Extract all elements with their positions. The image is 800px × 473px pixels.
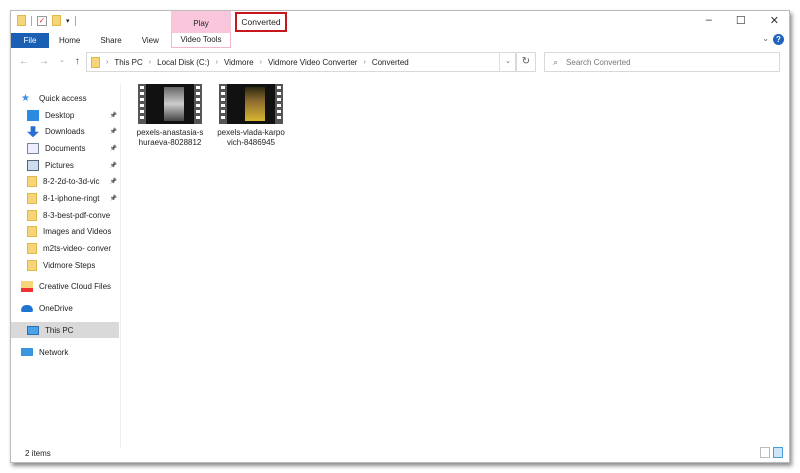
documents-icon [27,142,39,154]
tab-view[interactable]: View [132,33,169,48]
sidebar-onedrive[interactable]: OneDrive [21,300,113,316]
star-icon: ★ [21,92,30,104]
tab-video-tools[interactable]: Video Tools [171,33,231,48]
creative-cloud-icon [21,280,33,292]
folder-icon [27,226,37,238]
tab-file[interactable]: File [11,33,49,48]
sidebar-item[interactable]: Documents 📌 [27,140,119,156]
file-item[interactable]: pexels-vlada-karpovich-8486945 [217,84,285,148]
pin-icon[interactable]: 📌 [110,178,117,185]
computer-icon [27,325,39,335]
tab-share[interactable]: Share [90,33,131,48]
pictures-icon [27,159,39,171]
expand-ribbon-icon[interactable]: ⌄ [762,34,769,43]
maximize-button[interactable]: ☐ [736,14,746,27]
quick-access-toolbar: ✓ ▾ [17,15,76,26]
file-item[interactable]: pexels-anastasia-shuraeva-8028812 [136,84,204,148]
status-item-count: 2 items [25,449,51,458]
address-bar[interactable]: › This PC › Local Disk (C:) › Vidmore › … [86,52,516,72]
window-title: Converted [235,12,287,32]
video-thumbnail [138,84,202,124]
sidebar-creative-cloud[interactable]: Creative Cloud Files [21,278,113,294]
search-input[interactable]: ⌕ Search Converted [544,52,780,72]
details-view-button[interactable] [760,447,770,458]
folder-icon [27,209,37,221]
pin-icon[interactable]: 📌 [110,128,117,135]
downloads-icon [27,126,39,138]
sidebar-item[interactable]: Images and Videos [27,224,119,240]
pin-icon[interactable]: 📌 [110,112,117,119]
sidebar-item[interactable]: 8-1-iphone-ringt 📌 [27,191,119,207]
navigation-pane: ★ Quick access Desktop 📌 Downloads 📌 Document… [11,83,121,448]
onedrive-icon [21,304,33,312]
breadcrumb-local-disk[interactable]: Local Disk (C:) [157,58,209,67]
sidebar-quick-access[interactable]: ★ Quick access [21,90,113,106]
search-placeholder: Search Converted [566,57,631,67]
sidebar-item[interactable]: m2ts-video- conver [27,241,119,257]
breadcrumb-vidmore-video-converter[interactable]: Vidmore Video Converter [268,58,358,67]
folder-icon[interactable] [17,15,26,26]
network-icon [21,348,33,356]
back-button[interactable]: ← [19,56,29,67]
pin-icon[interactable]: 📌 [110,145,117,152]
sidebar-network[interactable]: Network [21,344,113,360]
new-folder-icon[interactable] [52,15,61,26]
folder-icon [27,193,37,204]
video-thumbnail [219,84,283,124]
minimize-button[interactable]: – [706,14,712,27]
address-dropdown-icon[interactable]: ⌄ [499,52,516,72]
large-icons-view-button[interactable] [773,447,783,458]
tab-home[interactable]: Home [49,33,90,48]
explorer-window: ✓ ▾ Play Video Tools Converted – ☐ ✕ Fil… [10,10,790,463]
customize-dropdown-icon[interactable]: ▾ [66,17,70,25]
sidebar-item[interactable]: Pictures 📌 [27,157,119,173]
folder-icon [91,56,100,68]
folder-icon [27,259,37,271]
close-button[interactable]: ✕ [770,14,779,27]
sidebar-item[interactable]: 8-2-2d-to-3d-vic 📌 [27,174,119,190]
search-icon: ⌕ [553,56,559,67]
file-name: pexels-anastasia-shuraeva-8028812 [136,128,204,147]
refresh-button[interactable]: ↻ [516,52,536,72]
help-icon[interactable]: ? [773,34,784,45]
desktop-icon [27,109,39,121]
pin-icon[interactable]: 📌 [110,195,117,202]
breadcrumb-converted[interactable]: Converted [372,58,409,67]
folder-icon [27,243,37,255]
folder-icon [27,176,37,188]
recent-locations-button[interactable]: ⌄ [59,56,65,67]
sidebar-item[interactable]: Downloads 📌 [27,124,119,140]
sidebar-item[interactable]: 8-3-best-pdf-conve [27,207,119,223]
sidebar-item[interactable]: Desktop 📌 [27,107,119,123]
file-name: pexels-vlada-karpovich-8486945 [217,128,285,147]
breadcrumb-this-pc[interactable]: This PC [114,58,142,67]
ribbon-tabs: File Home Share View [11,33,169,48]
sidebar-item[interactable]: Vidmore Steps [27,257,119,273]
sidebar-this-pc[interactable]: This PC [11,322,119,338]
up-button[interactable]: ↑ [75,56,80,67]
forward-button[interactable]: → [39,56,49,67]
properties-icon[interactable]: ✓ [37,15,47,26]
breadcrumb-vidmore[interactable]: Vidmore [224,58,254,67]
pin-icon[interactable]: 📌 [110,162,117,169]
